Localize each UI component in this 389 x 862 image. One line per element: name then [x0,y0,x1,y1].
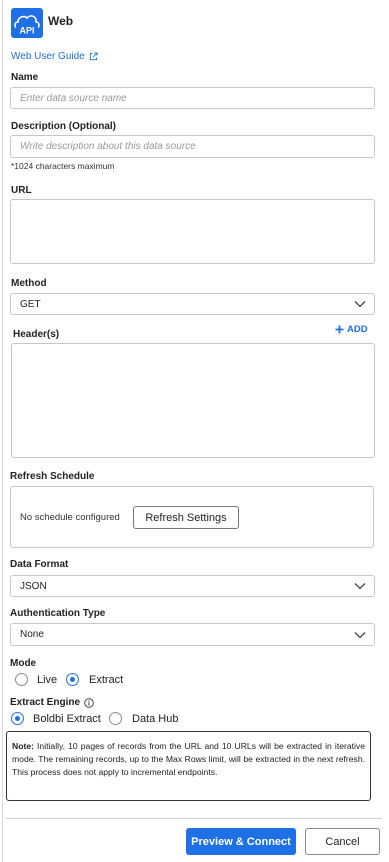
page-title: Web [48,14,74,28]
mode-live-label: Live [37,674,58,686]
footer-divider [6,818,382,819]
headers-box[interactable] [11,343,375,458]
plus-icon [335,325,344,334]
guide-link-label: Web User Guide [11,51,85,62]
preview-connect-button[interactable]: Preview & Connect [186,828,296,855]
engine-datahub-label: Data Hub [132,713,179,725]
web-user-guide-link[interactable]: Web User Guide [11,51,98,62]
url-label: URL [11,185,32,196]
description-input[interactable]: Write description about this data source [10,135,375,158]
url-textarea[interactable] [10,199,375,264]
panel-left-border [2,0,3,862]
method-value: GET [20,298,41,310]
auth-type-label: Authentication Type [10,608,106,619]
engine-boldbi-label: Boldbi Extract [33,713,101,725]
refresh-schedule-label: Refresh Schedule [10,471,95,482]
name-input[interactable]: Enter data source name [10,87,375,109]
chevron-down-icon [354,301,366,308]
add-header-button[interactable]: ADD [335,324,368,335]
extract-engine-heading: Extract Engine [10,697,94,708]
logo-text: API [19,26,34,36]
engine-datahub-radio[interactable] [109,712,122,725]
data-format-value: JSON [20,580,47,592]
cancel-button[interactable]: Cancel [305,828,380,855]
chevron-down-icon [354,583,366,590]
mode-extract-label: Extract [89,674,124,686]
schedule-status: No schedule configured [20,512,120,523]
name-label: Name [11,72,39,83]
note-prefix: Note: [12,741,34,751]
mode-label: Mode [10,658,37,669]
extract-note: Note: Initially, 10 pages of records fro… [6,731,371,801]
refresh-settings-button[interactable]: Refresh Settings [133,506,239,529]
note-text: Initially, 10 pages of records from the … [12,741,365,777]
external-link-icon [89,52,98,61]
engine-boldbi-radio[interactable] [11,712,24,725]
method-label: Method [11,278,47,289]
method-select[interactable]: GET [10,293,375,315]
description-char-hint: *1024 characters maximum [11,161,115,171]
mode-live-radio[interactable] [15,673,28,686]
extract-engine-label: Extract Engine [10,697,81,708]
data-format-label: Data Format [10,559,69,570]
description-label: Description (Optional) [11,121,116,132]
mode-extract-radio[interactable] [66,673,79,686]
auth-type-value: None [20,629,44,640]
auth-type-select[interactable]: None [10,623,375,646]
info-icon[interactable] [84,697,94,708]
api-cloud-logo-icon: API [11,8,43,38]
headers-label: Header(s) [13,329,60,340]
data-format-select[interactable]: JSON [10,575,375,597]
chevron-down-icon [354,631,366,638]
add-header-label: ADD [347,324,368,335]
